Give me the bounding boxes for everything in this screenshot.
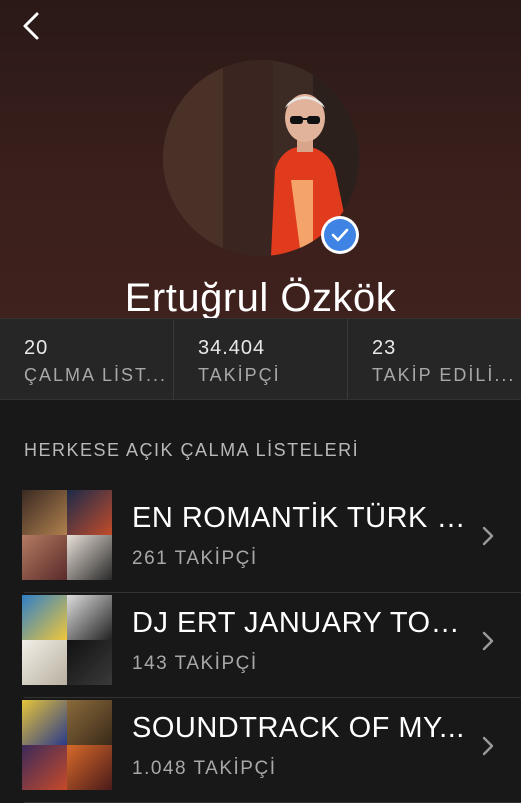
- back-button[interactable]: [14, 6, 48, 46]
- playlist-title: SOUNDTRACK OF MY...: [132, 712, 465, 744]
- stat-label: ÇALMA LİST...: [24, 365, 168, 385]
- stats-bar: 20 ÇALMA LİST... 34.404 TAKİPÇİ 23 TAKİP…: [0, 318, 521, 400]
- stat-label: TAKİP EDİLİ...: [372, 365, 516, 385]
- avatar-container: [163, 60, 359, 256]
- chevron-right-icon: [482, 526, 494, 546]
- playlist-cover: [22, 490, 112, 580]
- stat-playlists[interactable]: 20 ÇALMA LİST...: [0, 319, 174, 399]
- profile-header: Ertuğrul Özkök: [0, 0, 521, 318]
- chevron-left-icon: [23, 12, 39, 40]
- chevron-right-icon: [482, 736, 494, 756]
- stat-value: 20: [24, 337, 49, 359]
- playlist-followers: 1.048 TAKİPÇİ: [132, 758, 277, 779]
- playlist-cover: [22, 700, 112, 790]
- stat-value: 23: [372, 337, 397, 359]
- playlist-title: EN ROMANTİK TÜRK Ş...: [132, 502, 472, 534]
- playlist-title: DJ ERT JANUARY TOP...: [132, 607, 472, 639]
- chevron-right-icon: [482, 631, 494, 651]
- stat-value: 34.404: [198, 337, 266, 359]
- playlist-item[interactable]: EN ROMANTİK TÜRK Ş... 261 TAKİPÇİ: [0, 488, 521, 593]
- stat-following[interactable]: 23 TAKİP EDİLİ...: [348, 319, 521, 399]
- stat-followers[interactable]: 34.404 TAKİPÇİ: [174, 319, 348, 399]
- section-title: HERKESE AÇIK ÇALMA LİSTELERİ: [24, 440, 360, 460]
- playlist-item[interactable]: DJ ERT JANUARY TOP... 143 TAKİPÇİ: [0, 593, 521, 698]
- playlist-item[interactable]: SOUNDTRACK OF MY... 1.048 TAKİPÇİ: [0, 698, 521, 803]
- playlist-followers: 261 TAKİPÇİ: [132, 548, 258, 569]
- checkmark-icon: [324, 219, 356, 251]
- profile-name: Ertuğrul Özkök: [124, 276, 397, 318]
- verified-badge: [321, 216, 359, 254]
- playlist-followers: 143 TAKİPÇİ: [132, 653, 258, 674]
- stat-label: TAKİPÇİ: [198, 365, 281, 385]
- playlist-list: EN ROMANTİK TÜRK Ş... 261 TAKİPÇİ DJ ERT…: [0, 488, 521, 803]
- playlist-cover: [22, 595, 112, 685]
